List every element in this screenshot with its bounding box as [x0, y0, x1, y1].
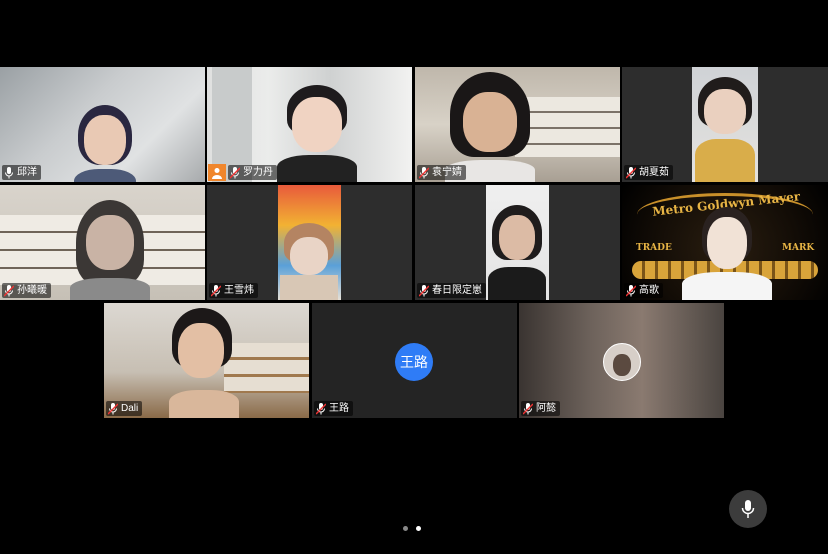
- name-label: 罗力丹: [228, 165, 277, 180]
- name-label: 高歌: [624, 283, 663, 298]
- page-dot-2[interactable]: [416, 526, 421, 531]
- microphone-muted-icon: [626, 284, 636, 297]
- participant-name: 王路: [329, 403, 349, 414]
- participant-video: [277, 85, 357, 182]
- video-tile-3[interactable]: 袁宁婧: [415, 67, 620, 182]
- avatar: 王路: [395, 343, 433, 381]
- name-label: 袁宁婧: [417, 165, 466, 180]
- video-tile-2[interactable]: 罗力丹: [207, 67, 412, 182]
- participant-name: 邱洋: [17, 167, 37, 178]
- video-tile-6[interactable]: 王雪炜: [207, 185, 412, 300]
- name-label: 胡夏茹: [624, 165, 673, 180]
- video-tile-5[interactable]: 孙曦暖: [0, 185, 205, 300]
- background-right-text: MARK: [782, 243, 815, 253]
- portrait-video: [692, 67, 758, 182]
- name-label: Dali: [106, 401, 143, 416]
- microphone-muted-icon: [523, 402, 533, 415]
- portrait-video: [486, 185, 549, 300]
- page-dot-1[interactable]: [403, 526, 408, 531]
- video-tile-4[interactable]: 胡夏茹: [622, 67, 828, 182]
- participant-name: 阿懿: [536, 403, 556, 414]
- video-tile-8[interactable]: Metro Goldwyn Mayer TRADE MARK 高歌: [622, 185, 828, 300]
- name-label: 邱洋: [2, 165, 41, 180]
- microphone-icon: [5, 166, 13, 178]
- microphone-muted-icon: [419, 166, 429, 179]
- name-label: 王雪炜: [209, 283, 258, 298]
- video-tile-11[interactable]: 阿懿: [519, 303, 724, 418]
- video-tile-7[interactable]: 春日限定崽: [415, 185, 620, 300]
- portrait-video: [278, 185, 341, 300]
- participant-name: 高歌: [639, 285, 659, 296]
- host-badge: [208, 164, 226, 181]
- participant-video: [70, 200, 150, 300]
- participant-name: 胡夏茹: [639, 167, 669, 178]
- microphone-muted-icon: [230, 166, 240, 179]
- participant-video: [164, 308, 244, 418]
- name-label: 孙曦暖: [2, 283, 51, 298]
- microphone-muted-icon: [211, 284, 221, 297]
- name-label: 王路: [314, 401, 353, 416]
- avatar-initials: 王路: [400, 354, 428, 370]
- name-label: 春日限定崽: [417, 283, 486, 298]
- participant-name: 春日限定崽: [432, 285, 482, 296]
- microphone-muted-icon: [419, 284, 429, 297]
- microphone-button[interactable]: [729, 490, 767, 528]
- participant-video: [70, 105, 140, 182]
- video-tile-9[interactable]: Dali: [104, 303, 309, 418]
- participant-name: 王雪炜: [224, 285, 254, 296]
- microphone-muted-icon: [626, 166, 636, 179]
- video-tile-1[interactable]: 邱洋: [0, 67, 205, 182]
- microphone-icon: [741, 500, 755, 518]
- video-tile-10[interactable]: 王路 王路: [312, 303, 517, 418]
- microphone-muted-icon: [4, 284, 14, 297]
- participant-name: 罗力丹: [243, 167, 273, 178]
- participant-name: 孙曦暖: [17, 285, 47, 296]
- background-left-text: TRADE: [636, 243, 672, 253]
- microphone-muted-icon: [108, 402, 118, 415]
- microphone-muted-icon: [316, 402, 326, 415]
- participant-name: Dali: [121, 403, 139, 414]
- avatar: [603, 343, 641, 381]
- page-indicator[interactable]: [403, 526, 421, 531]
- participant-video: [682, 207, 772, 300]
- name-label: 阿懿: [521, 401, 560, 416]
- participant-name: 袁宁婧: [432, 167, 462, 178]
- person-icon: [212, 167, 222, 179]
